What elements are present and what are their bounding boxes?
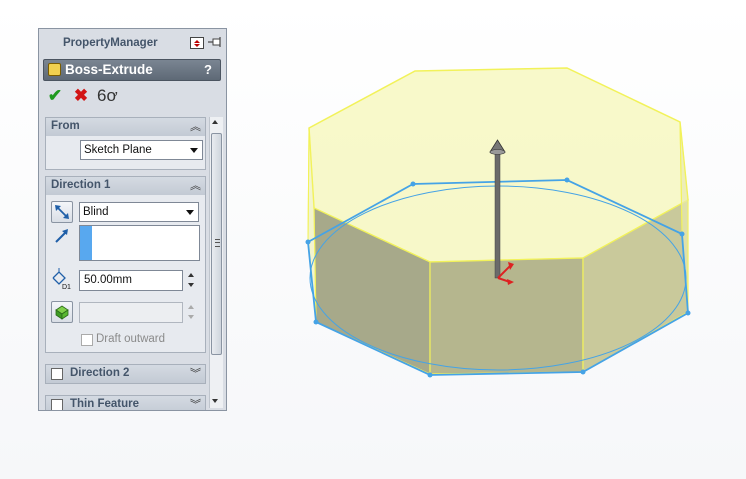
ok-button[interactable]: ✔: [46, 87, 64, 105]
pm-title: PropertyManager: [63, 37, 158, 49]
direction1-section: Direction 1 ︽ Blind D1 50.00mm Draft out…: [45, 176, 206, 353]
expand-chevron-icon[interactable]: ︾: [190, 396, 201, 410]
direction1-section-header[interactable]: Direction 1 ︽: [46, 177, 205, 195]
direction2-section: Direction 2 ︾: [45, 364, 206, 384]
side-face-front: [429, 257, 584, 375]
direction2-checkbox[interactable]: [51, 368, 63, 380]
draft-icon: [55, 305, 69, 320]
direction2-section-title: Direction 2: [70, 367, 130, 379]
end-condition-value: Blind: [83, 206, 109, 218]
draft-toggle-button[interactable]: [51, 301, 73, 323]
direction2-section-header[interactable]: Direction 2 ︾: [46, 365, 205, 383]
collapse-chevron-icon[interactable]: ︽: [190, 177, 201, 195]
expand-chevron-icon[interactable]: ︾: [190, 365, 201, 383]
thin-feature-section-header[interactable]: Thin Feature ︾: [46, 396, 205, 410]
selection-highlight: [80, 226, 92, 260]
direction-reference-field[interactable]: [79, 225, 200, 261]
dropdown-arrow-icon: [186, 210, 194, 215]
property-manager-panel: PropertyManager Boss-Extrude ? ✔ ✖ 6ơ Fr…: [38, 28, 227, 411]
dropdown-arrow-icon: [190, 148, 198, 153]
reverse-direction-icon: [55, 205, 69, 219]
thin-feature-checkbox[interactable]: [51, 399, 63, 410]
depth-value: 50.00mm: [84, 274, 132, 286]
depth-icon: D1: [52, 268, 71, 290]
help-button[interactable]: ?: [204, 62, 212, 77]
expand-panel-icon[interactable]: [190, 37, 204, 49]
boss-extrude-icon: [48, 63, 61, 76]
from-section-header[interactable]: From ︽: [46, 118, 205, 136]
thin-feature-section: Thin Feature ︾: [45, 395, 206, 410]
collapse-chevron-icon[interactable]: ︽: [190, 118, 201, 136]
from-section-title: From: [51, 120, 80, 132]
start-condition-value: Sketch Plane: [84, 144, 152, 156]
direction-vector-icon: [55, 229, 68, 243]
depth-input[interactable]: 50.00mm: [79, 270, 183, 291]
draft-outward-checkbox[interactable]: [81, 334, 93, 346]
depth-label: D1: [62, 284, 71, 290]
thin-feature-section-title: Thin Feature: [70, 398, 140, 410]
pm-scrollbar[interactable]: [209, 117, 223, 408]
pin-icon[interactable]: [207, 36, 223, 50]
end-condition-select[interactable]: Blind: [79, 202, 199, 222]
scroll-thumb[interactable]: [211, 133, 222, 355]
depth-spinner[interactable]: [187, 270, 197, 292]
detailed-preview-button[interactable]: 6ơ: [97, 87, 118, 105]
scroll-up-arrow-icon[interactable]: [212, 120, 218, 124]
pm-header: PropertyManager: [39, 29, 226, 57]
draft-angle-input: [79, 302, 183, 323]
feature-title: Boss-Extrude: [65, 62, 153, 77]
feature-title-bar: Boss-Extrude ?: [43, 59, 221, 81]
draft-outward-label: Draft outward: [96, 333, 166, 345]
scroll-grip-icon: [215, 239, 220, 247]
draft-angle-spinner: [187, 302, 197, 324]
from-section: From ︽ Sketch Plane: [45, 117, 206, 170]
cancel-button[interactable]: ✖: [72, 87, 90, 105]
reverse-direction-button[interactable]: [51, 201, 73, 223]
direction1-section-title: Direction 1: [51, 179, 111, 191]
start-condition-select[interactable]: Sketch Plane: [80, 140, 203, 160]
scroll-down-arrow-icon[interactable]: [212, 399, 218, 403]
